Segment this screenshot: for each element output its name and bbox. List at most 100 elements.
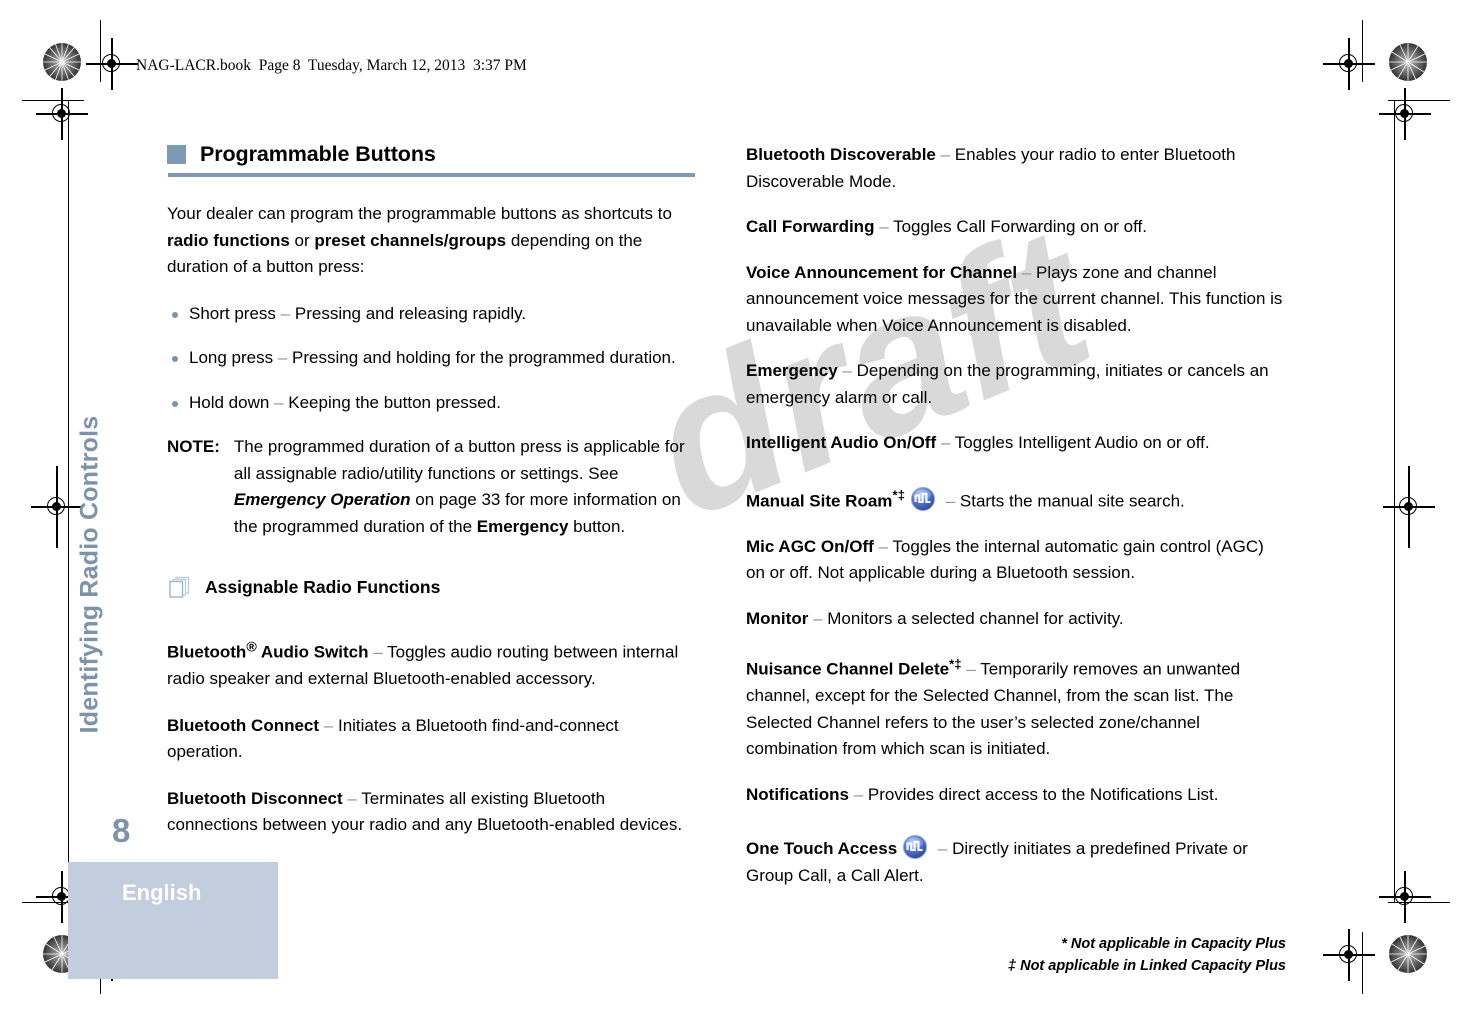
function-term: Nuisance Channel Delete — [746, 659, 950, 679]
function-entry-voice-announcement: Voice Announcement for Channel – Plays z… — [746, 260, 1286, 340]
note-text-part1: The programmed duration of a button pres… — [233, 437, 685, 483]
function-entry-intelligent-audio: Intelligent Audio On/Off – Toggles Intel… — [746, 430, 1286, 457]
heading-rule — [168, 173, 695, 177]
function-term: Bluetooth — [167, 642, 247, 662]
list-item: Short press – Pressing and releasing rap… — [167, 301, 695, 328]
registration-bullseye-right-middle — [1383, 466, 1435, 548]
function-term: Mic AGC On/Off — [746, 536, 874, 556]
em-dash: – — [347, 788, 357, 808]
press-type-desc: Pressing and releasing rapidly. — [290, 303, 527, 323]
function-term: Bluetooth Discoverable — [746, 145, 936, 164]
registration-bullseye-top-left — [86, 38, 138, 90]
function-description: Toggles Call Forwarding on or off. — [888, 217, 1147, 236]
registered-trademark-mark: ® — [246, 639, 257, 655]
function-entry-nuisance-channel-delete: Nuisance Channel Delete*‡ – Temporarily … — [746, 651, 1286, 763]
function-entry-bluetooth-disconnect: Bluetooth Disconnect – Terminates all ex… — [167, 786, 695, 839]
page-title: Programmable Buttons — [200, 142, 436, 166]
function-description: Monitors a selected channel for activity… — [822, 608, 1124, 628]
intro-paragraph: Your dealer can program the programmable… — [167, 201, 695, 281]
registration-star-top-right — [1388, 42, 1428, 82]
square-bullet-icon — [167, 145, 186, 164]
em-dash: – — [940, 145, 951, 164]
function-term: Monitor — [746, 608, 809, 628]
press-type-list: Short press – Pressing and releasing rap… — [167, 301, 695, 417]
intro-text-part2: or — [289, 230, 315, 250]
em-dash: – — [940, 433, 951, 452]
function-term: Bluetooth Disconnect — [167, 788, 343, 808]
press-type-desc: Keeping the button pressed. — [283, 392, 501, 412]
site-roam-button-icon — [910, 486, 936, 512]
stacked-pages-icon — [167, 574, 193, 600]
registration-bullseye-top-right — [1323, 38, 1375, 90]
press-type-term: Long press — [189, 348, 274, 367]
press-type-term: Hold down — [189, 392, 270, 412]
em-dash: – — [373, 642, 383, 662]
em-dash: – — [878, 536, 889, 556]
intro-text-part1: Your dealer can program the programmable… — [167, 204, 672, 223]
footnote-marks: *‡ — [949, 656, 962, 672]
registration-star-top-left — [42, 42, 82, 82]
press-type-term: Short press — [189, 303, 276, 323]
note-body: The programmed duration of a button pres… — [234, 434, 695, 540]
registration-star-bottom-right — [1388, 934, 1428, 974]
em-dash: – — [280, 303, 291, 323]
book-header-line: NAG-LACR.book Page 8 Tuesday, March 12, … — [136, 57, 527, 74]
function-term: Bluetooth Connect — [167, 715, 320, 735]
note-bold-emergency: Emergency — [476, 516, 569, 536]
page-frame-left — [68, 100, 70, 902]
em-dash: – — [274, 392, 284, 412]
note-block: NOTE: The programmed duration of a butto… — [167, 434, 695, 540]
page-frame-right — [1394, 100, 1396, 902]
function-entry-call-forwarding: Call Forwarding – Toggles Call Forwardin… — [746, 214, 1286, 241]
note-label: NOTE: — [167, 437, 220, 456]
footnote-capacity-plus: * Not applicable in Capacity Plus — [1061, 936, 1286, 953]
em-dash: – — [1021, 262, 1032, 282]
em-dash: – — [277, 348, 288, 367]
registration-bullseye-left-upper — [36, 88, 88, 140]
subsection-title: Assignable Radio Functions — [205, 576, 441, 597]
function-term: Emergency — [746, 361, 838, 380]
footnotes-block: * Not applicable in Capacity Plus ‡ Not … — [746, 933, 1286, 977]
function-entry-one-touch-access: One Touch Access – Directly initiates a … — [746, 834, 1286, 889]
em-dash: – — [813, 608, 823, 628]
list-item: Long press – Pressing and holding for th… — [167, 345, 695, 372]
function-term-continued: Audio Switch — [256, 642, 369, 662]
function-entry-monitor: Monitor – Monitors a selected channel fo… — [746, 606, 1286, 633]
em-dash: – — [966, 659, 976, 679]
function-entry-bluetooth-connect: Bluetooth Connect – Initiates a Bluetoot… — [167, 713, 695, 766]
function-entry-bluetooth-audio-switch: Bluetooth® Audio Switch – Toggles audio … — [167, 634, 695, 693]
function-description: Starts the manual site search. — [955, 491, 1185, 511]
function-entry-manual-site-roam: Manual Site Roam*‡ – Starts the manual s… — [746, 483, 1286, 515]
function-term: Voice Announcement for Channel — [746, 262, 1018, 282]
em-dash: – — [945, 491, 956, 511]
em-dash: – — [937, 839, 948, 859]
footnote-marks: *‡ — [892, 487, 905, 503]
function-term: Manual Site Roam — [746, 491, 893, 511]
function-entry-emergency: Emergency – Depending on the programming… — [746, 358, 1286, 411]
section-heading-row: Programmable Buttons — [167, 142, 695, 167]
function-term: Call Forwarding — [746, 217, 875, 236]
function-entry-mic-agc: Mic AGC On/Off – Toggles the internal au… — [746, 534, 1286, 587]
left-content-column: Programmable Buttons Your dealer can pro… — [167, 142, 695, 859]
em-dash: – — [842, 361, 852, 380]
function-description: Provides direct access to the Notificati… — [863, 784, 1219, 804]
function-entry-notifications: Notifications – Provides direct access t… — [746, 782, 1286, 809]
note-cross-reference: Emergency Operation — [233, 490, 411, 509]
press-type-desc: Pressing and holding for the programmed … — [287, 348, 676, 367]
sidebar-chapter-title: Identifying Radio Controls — [75, 415, 104, 734]
right-content-column: Bluetooth Discoverable – Enables your ra… — [746, 142, 1286, 977]
function-description: Toggles Intelligent Audio on or off. — [950, 433, 1210, 452]
intro-bold-preset-channels: preset channels/groups — [314, 230, 507, 250]
function-term: Intelligent Audio On/Off — [746, 433, 937, 452]
function-term: One Touch Access — [746, 839, 898, 859]
registration-bullseye-bottom-right — [1323, 929, 1375, 981]
function-term: Notifications — [746, 784, 849, 804]
sidebar-language-label: English — [122, 880, 202, 905]
list-item: Hold down – Keeping the button pressed. — [167, 390, 695, 417]
function-entry-bluetooth-discoverable: Bluetooth Discoverable – Enables your ra… — [746, 142, 1286, 195]
footnote-linked-capacity-plus: ‡ Not applicable in Linked Capacity Plus — [1008, 958, 1286, 975]
em-dash: – — [853, 784, 864, 804]
em-dash: – — [323, 715, 334, 735]
one-touch-access-button-icon — [902, 834, 928, 860]
document-page: NAG-LACR.book Page 8 Tuesday, March 12, … — [0, 0, 1462, 1013]
